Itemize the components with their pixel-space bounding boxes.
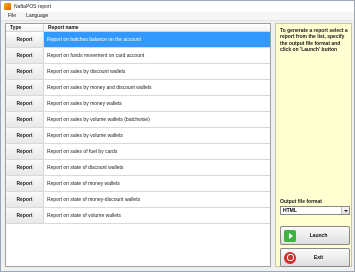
row-type-cell: Report [6, 128, 44, 143]
table-row[interactable]: Report Report on sales by volume wallets… [6, 112, 270, 128]
row-name-cell: Report on state of money wallets [47, 180, 120, 187]
column-header-type[interactable]: Type [6, 24, 44, 31]
row-name-cell: Report on state of discount wallets [47, 164, 124, 171]
row-name-cell: Report on batches balance on the account [44, 32, 270, 47]
row-type-cell: Report [6, 192, 44, 207]
instructions-text: To generate a report select a report fro… [280, 28, 348, 54]
table-row[interactable]: Report Report on state of volume wallets [6, 208, 270, 224]
row-type-cell: Report [6, 160, 44, 175]
power-icon [284, 251, 296, 264]
table-body: Report Report on batches balance on the … [6, 32, 270, 224]
row-name-cell: Report on sales by volume wallets [47, 132, 123, 139]
table-row[interactable]: Report Report on sales by discount walle… [6, 64, 270, 80]
table-row[interactable]: Report Report on sales by money wallets [6, 96, 270, 112]
row-name-cell: Report on funds movement on card account [47, 52, 145, 59]
row-name-cell: Report on sales of fuel by cards [47, 148, 118, 155]
table-row[interactable]: Report Report on state of discount walle… [6, 160, 270, 176]
row-name-cell: Report on sales by volume wallets (batch… [47, 116, 150, 123]
row-type-cell: Report [6, 64, 44, 79]
row-name-cell: Report on state of money-discount wallet… [47, 196, 141, 203]
exit-button-label: Exit [313, 254, 324, 261]
chevron-down-icon[interactable] [341, 207, 349, 214]
output-format-value: HTML [283, 207, 297, 214]
table-row[interactable]: Report Report on funds movement on card … [6, 48, 270, 64]
window-title: NaftaPOS report [14, 3, 51, 10]
launch-button-label: Launch [309, 232, 328, 239]
play-icon [284, 229, 296, 242]
row-type-cell: Report [6, 48, 44, 63]
table-row[interactable]: Report Report on batches balance on the … [6, 32, 270, 48]
main-window: NaftaPOS report File Language Type Repor… [0, 0, 355, 272]
row-type-cell: Report [6, 208, 44, 223]
row-type-cell: Report [6, 144, 44, 159]
row-type-cell: Report [6, 80, 44, 95]
row-name-cell: Report on sales by discount wallets [47, 68, 126, 75]
row-name-cell: Report on sales by money wallets [47, 100, 122, 107]
row-name-cell: Report on sales by money and discount wa… [47, 84, 152, 91]
table-row[interactable]: Report Report on sales by money and disc… [6, 80, 270, 96]
menu-file[interactable]: File [1, 12, 21, 21]
launch-button[interactable]: Launch [280, 226, 350, 245]
table-row[interactable]: Report Report on sales of fuel by cards [6, 144, 270, 160]
output-format-select[interactable]: HTML [280, 206, 350, 215]
table-row[interactable]: Report Report on state of money wallets [6, 176, 270, 192]
menu-bar: File Language [1, 12, 354, 21]
title-bar: NaftaPOS report [1, 1, 354, 12]
table-row[interactable]: Report Report on sales by volume wallets [6, 128, 270, 144]
row-type-cell: Report [6, 96, 44, 111]
output-format-label: Output file format [280, 199, 322, 205]
side-panel: To generate a report select a report fro… [275, 23, 352, 267]
row-type-cell: Report [6, 112, 44, 127]
app-icon [4, 3, 11, 10]
row-type-cell: Report [6, 176, 44, 191]
column-header-name[interactable]: Report name [44, 24, 270, 31]
menu-language[interactable]: Language [21, 12, 53, 21]
table-header: Type Report name [6, 24, 270, 32]
report-table: Type Report name Report Report on batche… [5, 23, 271, 267]
row-name-cell: Report on state of volume wallets [47, 212, 121, 219]
exit-button[interactable]: Exit [280, 248, 350, 267]
row-type-cell: Report [6, 32, 44, 47]
table-row[interactable]: Report Report on state of money-discount… [6, 192, 270, 208]
